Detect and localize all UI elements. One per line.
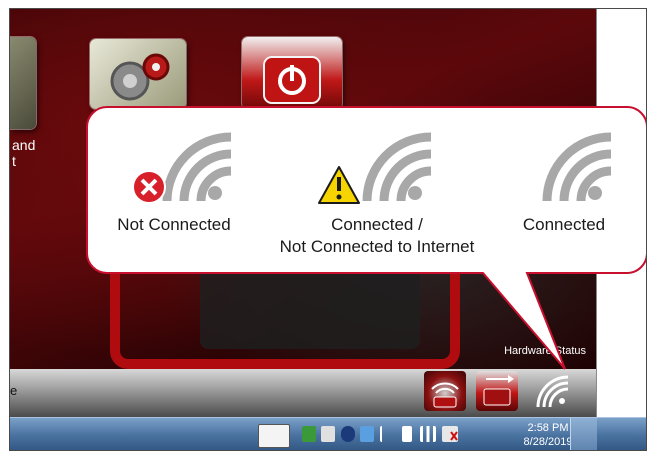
status-not-connected-label: Not Connected — [117, 215, 231, 234]
status-connected-label: Connected — [522, 215, 606, 234]
app-label: and t — [12, 137, 35, 169]
taskbar: 2:58 PM 8/28/2019 — [10, 417, 646, 450]
partial-edge-text: e — [10, 383, 18, 398]
mute-glyph — [450, 431, 458, 441]
action-center-flag-icon[interactable] — [380, 426, 396, 442]
status-no-internet-line2: Not Connected to Internet — [279, 237, 475, 256]
power-app-icon[interactable] — [242, 37, 342, 109]
signal-bars-icon[interactable] — [420, 426, 436, 442]
app-icon-partial[interactable] — [10, 37, 36, 129]
battery-icon[interactable] — [402, 426, 412, 442]
bluetooth-icon[interactable] — [341, 426, 355, 442]
sync-icon[interactable] — [302, 426, 316, 442]
network-adapter-icon[interactable] — [321, 426, 335, 442]
wifi-warning-icon — [318, 132, 432, 204]
screenshot-frame: and t Hardware Status e 2:58 PM 8/28/201… — [9, 8, 647, 451]
wifi-status-callout: Not Connected Connected / Not Connected … — [86, 106, 646, 370]
status-no-internet-label: Connected / Not Connected to Internet — [257, 214, 497, 258]
show-desktop-button[interactable] — [570, 418, 597, 450]
pen-input-icon[interactable] — [258, 424, 290, 448]
wifi-connected-icon — [542, 132, 612, 202]
app-label-line2: t — [12, 153, 16, 169]
volume-muted-icon[interactable] — [442, 426, 458, 442]
status-no-internet-line1: Connected / — [331, 215, 423, 234]
gears-app-icon[interactable] — [90, 39, 186, 109]
power-icon — [263, 56, 321, 104]
app-label-line1: and — [12, 137, 36, 153]
display-icon[interactable] — [360, 426, 374, 442]
gears-icon — [110, 53, 170, 101]
wifi-not-connected-icon — [132, 132, 232, 204]
